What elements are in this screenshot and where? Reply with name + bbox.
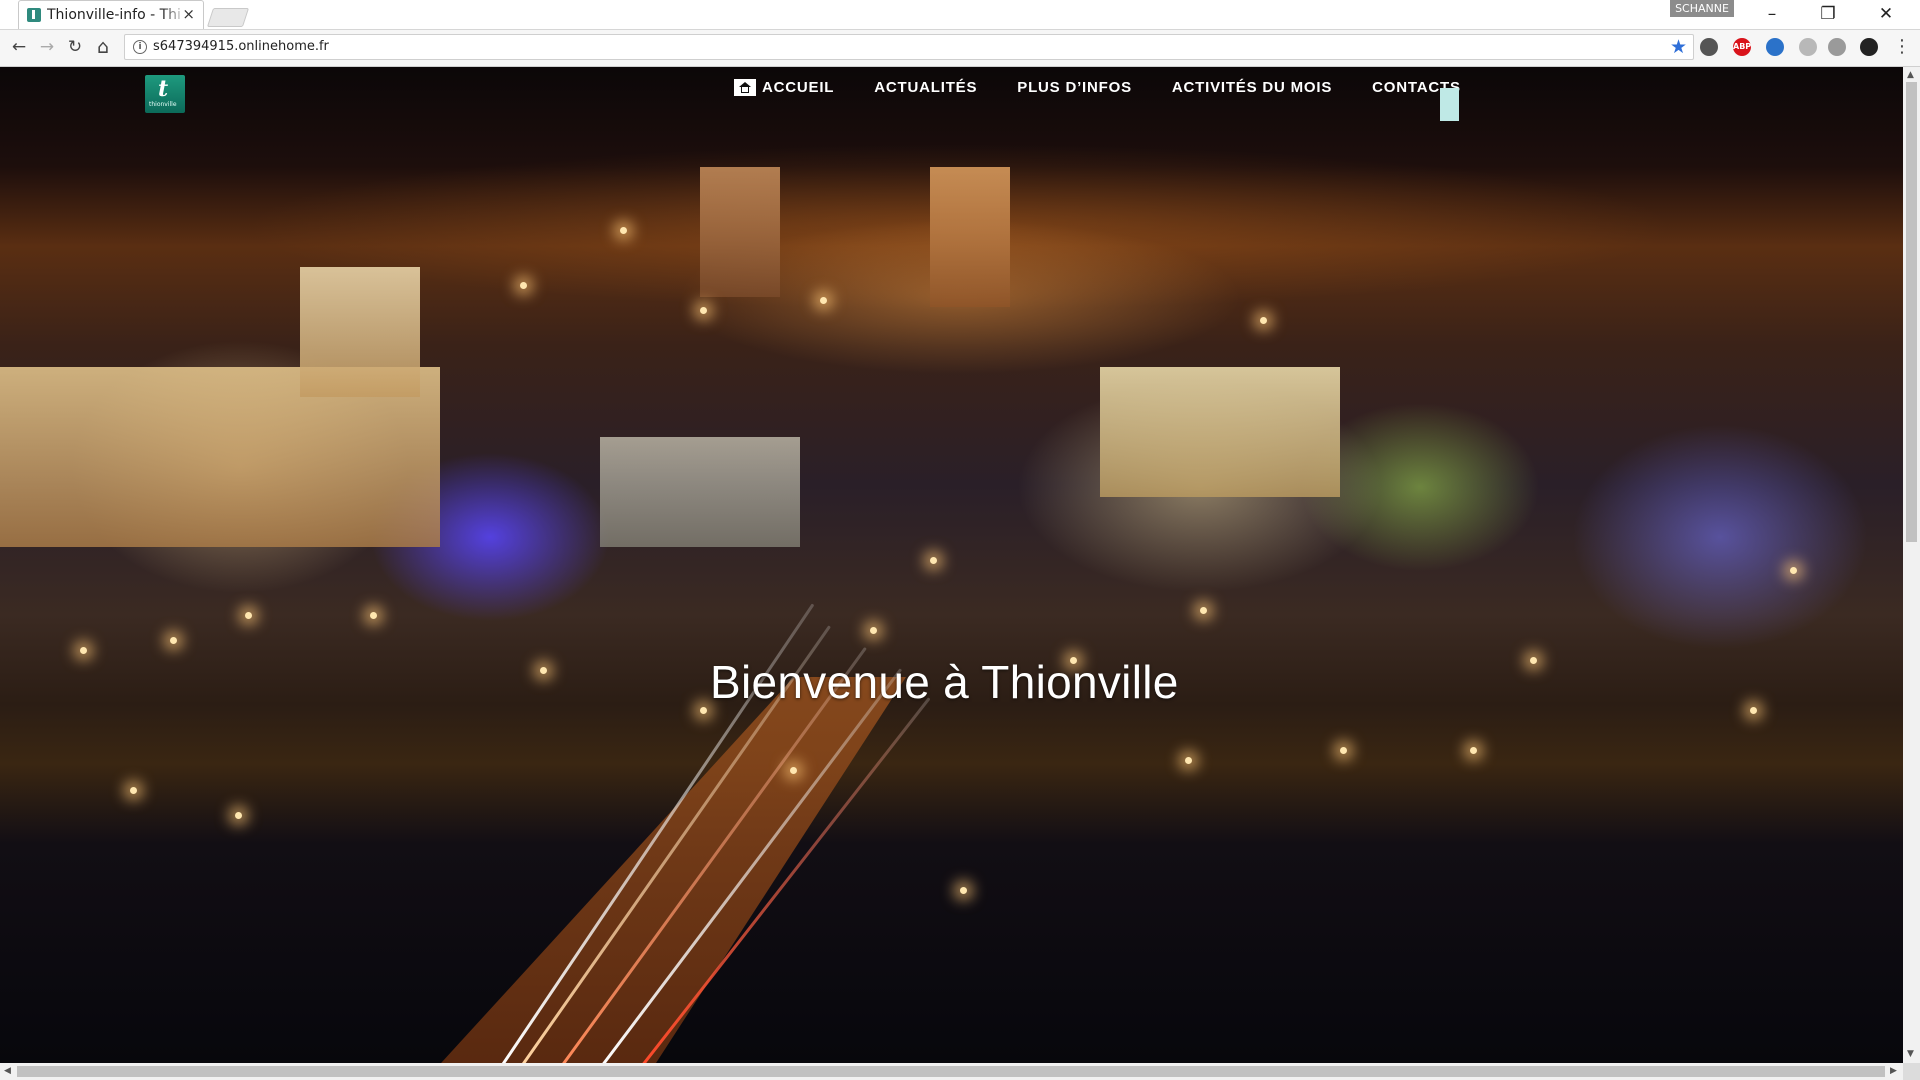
nav-search-toggle[interactable] — [1440, 88, 1459, 121]
extension-gray-icon[interactable] — [1799, 38, 1817, 56]
street-light-15 — [1530, 657, 1537, 664]
church-tower — [300, 267, 420, 397]
street-light-13 — [1340, 747, 1347, 754]
street-light-17 — [1790, 567, 1797, 574]
cast-icon[interactable] — [1700, 38, 1718, 56]
address-bar[interactable]: i s647394915.onlinehome.fr ★ — [124, 34, 1694, 60]
street-light-14 — [1470, 747, 1477, 754]
page-viewport: t thionville ACCUEIL ACTUALITÉS PLUS D’INF… — [0, 67, 1903, 1063]
tab-close-icon[interactable]: × — [182, 5, 195, 23]
street-light-1 — [235, 812, 242, 819]
site-logo[interactable]: t thionville — [145, 75, 185, 113]
nav-label: PLUS D’INFOS — [1017, 78, 1132, 96]
tab-title: Thionville-info - Thi — [47, 7, 187, 23]
chrome-menu-icon[interactable]: ⋮ — [1891, 36, 1913, 58]
nav-item-plus-d-infos[interactable]: PLUS D’INFOS — [1017, 79, 1132, 96]
adblock-plus-icon[interactable]: ABP — [1733, 38, 1751, 56]
bridge — [410, 677, 906, 1063]
horizontal-scroll-thumb[interactable] — [17, 1066, 1885, 1077]
scrollbar-corner — [1903, 1063, 1920, 1080]
horizontal-scrollbar[interactable]: ◀ ▶ — [0, 1063, 1903, 1080]
street-light-0 — [130, 787, 137, 794]
street-light-7 — [700, 707, 707, 714]
street-light-24 — [820, 297, 827, 304]
vertical-scroll-thumb[interactable] — [1906, 82, 1917, 542]
reload-button[interactable]: ↻ — [64, 36, 86, 58]
street-light-4 — [80, 647, 87, 654]
scroll-down-icon[interactable]: ▼ — [1907, 1049, 1914, 1059]
browser-title-bar: Thionville-info - Thi × SCHANNE – ❐ ✕ — [0, 0, 1920, 30]
scroll-left-icon[interactable]: ◀ — [4, 1066, 11, 1076]
profile-badge[interactable]: SCHANNE — [1670, 0, 1734, 17]
home-button[interactable]: ⌂ — [92, 36, 114, 58]
street-light-21 — [620, 227, 627, 234]
extension-dark-icon[interactable] — [1860, 38, 1878, 56]
cloud-icon[interactable] — [1828, 38, 1846, 56]
street-light-9 — [870, 627, 877, 634]
street-light-2 — [170, 637, 177, 644]
url-text[interactable]: s647394915.onlinehome.fr — [153, 39, 329, 54]
logo-letter: t — [158, 76, 169, 102]
restore-button[interactable]: ❐ — [1808, 4, 1848, 24]
street-light-23 — [520, 282, 527, 289]
nav-label: ACTUALITÉS — [874, 78, 978, 96]
extension-badge-icon[interactable] — [1766, 38, 1784, 56]
street-light-22 — [1260, 317, 1267, 324]
tower-block-left — [700, 167, 780, 297]
nav-label: ACCUEIL — [762, 78, 835, 96]
street-light-10 — [930, 557, 937, 564]
site-favicon-icon — [27, 8, 41, 22]
street-light-20 — [700, 307, 707, 314]
street-light-5 — [370, 612, 377, 619]
nav-item-actualités[interactable]: ACTUALITÉS — [874, 79, 977, 96]
tower-block-right — [930, 167, 1010, 307]
new-tab-button[interactable] — [206, 8, 250, 27]
home-icon — [734, 78, 756, 96]
street-light-12 — [1185, 757, 1192, 764]
street-light-8 — [790, 767, 797, 774]
hero-night-city-image — [0, 67, 1903, 1063]
scroll-right-icon[interactable]: ▶ — [1890, 1066, 1897, 1076]
street-light-19 — [960, 887, 967, 894]
scroll-up-icon[interactable]: ▲ — [1907, 70, 1914, 80]
nav-label: ACTIVITÉS DU MOIS — [1171, 78, 1333, 96]
nav-item-accueil[interactable]: ACCUEIL — [734, 78, 835, 96]
hero-headline: Bienvenue à Thionville — [710, 656, 1179, 708]
logo-wordmark: thionville — [149, 101, 177, 108]
street-light-6 — [540, 667, 547, 674]
street-light-3 — [245, 612, 252, 619]
minimize-button[interactable]: – — [1752, 4, 1792, 24]
nav-item-activités-du-mois[interactable]: ACTIVITÉS DU MOIS — [1172, 79, 1332, 96]
forward-button[interactable]: → — [36, 36, 58, 58]
back-button[interactable]: ← — [8, 36, 30, 58]
browser-tab[interactable]: Thionville-info - Thi × — [18, 0, 204, 29]
browser-toolbar: ← → ↻ ⌂ i s647394915.onlinehome.fr ★ ABP… — [0, 30, 1920, 67]
street-light-18 — [1200, 607, 1207, 614]
vertical-scrollbar[interactable]: ▲ ▼ — [1903, 67, 1920, 1063]
town-hall-building — [1100, 367, 1340, 497]
site-main-nav: ACCUEIL ACTUALITÉS PLUS D’INFOS ACTIVITÉS D… — [734, 72, 1501, 102]
site-info-icon[interactable]: i — [133, 40, 147, 54]
close-window-button[interactable]: ✕ — [1866, 4, 1906, 24]
central-buildings — [600, 437, 800, 547]
bookmark-star-icon[interactable]: ★ — [1670, 36, 1687, 58]
street-light-16 — [1750, 707, 1757, 714]
